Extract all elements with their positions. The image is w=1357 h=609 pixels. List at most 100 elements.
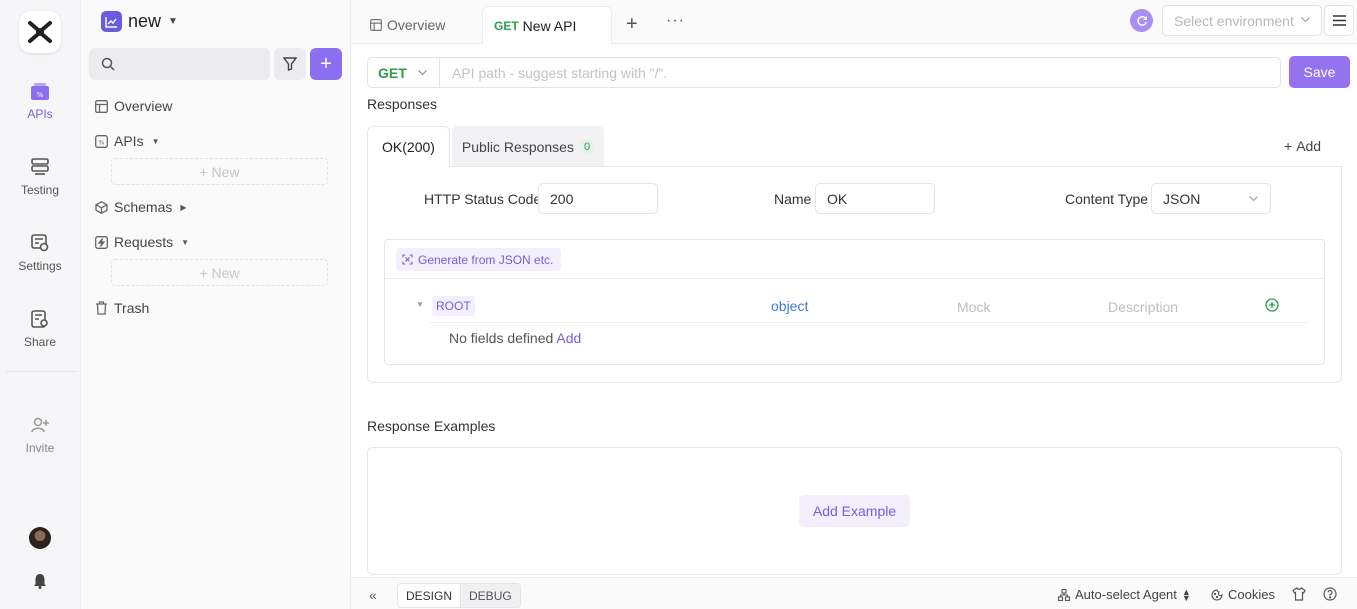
save-button[interactable]: Save <box>1289 56 1350 88</box>
cookie-icon <box>1211 588 1223 601</box>
rail-item-share[interactable]: Share <box>0 308 80 349</box>
left-rail: % APIs Testing Settings Share Invite <box>0 0 81 609</box>
add-button[interactable]: + <box>310 48 342 80</box>
schema-icon <box>94 200 108 214</box>
api-folder-icon: % <box>94 134 108 148</box>
project-selector[interactable]: new ▼ <box>101 11 178 32</box>
caret-down-icon: ▼ <box>181 237 190 247</box>
sidebar-item-schemas[interactable]: Schemas ▶ <box>94 199 187 215</box>
method-select[interactable]: GET <box>367 57 440 88</box>
environment-select[interactable]: Select environment <box>1162 5 1322 36</box>
invite-icon <box>29 414 51 436</box>
description-input[interactable]: Description <box>1108 299 1178 315</box>
filter-button[interactable] <box>274 48 306 80</box>
caret-down-icon[interactable]: ▼ <box>416 300 424 309</box>
filter-icon <box>283 57 297 71</box>
sidebar-item-apis[interactable]: % APIs ▼ <box>94 133 160 149</box>
response-examples-title: Response Examples <box>367 418 496 434</box>
rail-item-testing[interactable]: Testing <box>0 156 80 197</box>
no-fields-message: No fields defined Add <box>449 330 581 346</box>
bell-icon[interactable] <box>33 573 47 589</box>
chevron-down-icon <box>418 70 427 76</box>
rail-label: APIs <box>27 107 53 121</box>
help-icon[interactable] <box>1323 587 1337 601</box>
sidebar-item-label: Requests <box>114 234 174 250</box>
search-input[interactable] <box>89 48 270 80</box>
trash-icon <box>94 301 108 315</box>
environment-placeholder: Select environment <box>1174 12 1294 29</box>
rail-label: Share <box>23 335 57 349</box>
sidebar-item-label: APIs <box>114 133 144 149</box>
rail-label: Settings <box>18 259 62 273</box>
divider <box>385 278 1324 279</box>
name-input[interactable]: OK <box>815 183 935 214</box>
agent-selector[interactable]: Auto-select Agent ▲ ▼ <box>1058 587 1191 602</box>
name-value: OK <box>827 190 848 207</box>
caret-right-icon: ▶ <box>180 202 187 212</box>
agent-icon <box>1058 588 1070 601</box>
method-badge: GET <box>494 18 519 33</box>
generate-icon <box>402 254 413 265</box>
mock-input[interactable]: Mock <box>957 299 990 315</box>
tab-label: Public Responses <box>461 138 574 155</box>
content-type-select[interactable]: JSON <box>1151 183 1271 214</box>
generate-from-json-button[interactable]: Generate from JSON etc. <box>396 248 562 271</box>
app-logo[interactable] <box>19 11 61 53</box>
overview-icon <box>370 19 382 31</box>
rail-item-apis[interactable]: % APIs <box>0 80 80 121</box>
new-api-button[interactable]: + New <box>111 158 328 185</box>
divider <box>430 322 1310 323</box>
root-node-tag: ROOT <box>432 296 475 316</box>
tab-public-responses[interactable]: Public Responses 0 <box>452 126 604 167</box>
project-icon <box>101 11 122 32</box>
more-icon[interactable]: ··· <box>666 12 685 30</box>
root-type-select[interactable]: object <box>771 298 808 314</box>
rail-label: Testing <box>20 183 60 197</box>
content-type-value: JSON <box>1163 190 1201 207</box>
collapse-icon[interactable]: « <box>369 587 377 603</box>
agent-label: Auto-select Agent <box>1075 587 1177 602</box>
responses-title: Responses <box>367 96 438 112</box>
rail-divider <box>6 371 76 372</box>
shirt-icon[interactable] <box>1292 587 1306 601</box>
sidebar-item-trash[interactable]: Trash <box>94 300 149 316</box>
divider <box>450 166 1342 167</box>
avatar[interactable] <box>29 527 51 549</box>
rail-item-settings[interactable]: Settings <box>0 232 80 273</box>
debug-mode-button[interactable]: DEBUG <box>461 584 520 607</box>
caret-down-icon: ▼ <box>151 136 160 146</box>
method-value: GET <box>378 64 407 81</box>
sidebar-item-overview[interactable]: Overview <box>94 98 172 114</box>
tab-ok-200[interactable]: OK(200) <box>367 126 450 167</box>
design-mode-button[interactable]: DESIGN <box>398 584 462 607</box>
status-code-label: HTTP Status Code <box>424 191 542 207</box>
status-code-value: 200 <box>550 190 574 207</box>
sync-icon[interactable] <box>1130 9 1153 32</box>
sort-icon: ▲ ▼ <box>1181 586 1191 603</box>
tab-bar: Overview GET New API + ··· Select enviro… <box>351 0 1357 44</box>
status-code-input[interactable]: 200 <box>538 183 658 214</box>
tab-overview[interactable]: Overview <box>370 6 445 44</box>
add-field-link[interactable]: Add <box>556 330 581 346</box>
content-type-label: Content Type <box>1065 191 1149 207</box>
add-label: Add <box>1296 138 1322 154</box>
cookies-label: Cookies <box>1228 587 1275 602</box>
rail-item-invite[interactable]: Invite <box>0 414 80 455</box>
add-tab-icon[interactable]: + <box>626 13 638 36</box>
api-icon: % <box>29 80 51 102</box>
add-example-button[interactable]: Add Example <box>799 495 910 527</box>
add-circle-icon[interactable] <box>1265 298 1279 312</box>
chevron-down-icon <box>1249 196 1258 202</box>
api-path-input[interactable]: API path - suggest starting with "/". <box>439 57 1281 88</box>
add-response-button[interactable]: + Add <box>1284 138 1321 154</box>
project-name: new <box>128 11 162 31</box>
sidebar-item-label: Overview <box>114 98 173 114</box>
new-request-button[interactable]: + New <box>111 259 328 286</box>
menu-button[interactable] <box>1324 5 1354 36</box>
sidebar-item-requests[interactable]: Requests ▼ <box>94 234 189 250</box>
tab-new-api[interactable]: GET New API <box>482 6 612 44</box>
logo-icon <box>28 21 52 43</box>
plus-icon: + <box>320 52 332 75</box>
testing-icon <box>29 156 51 178</box>
cookies-button[interactable]: Cookies <box>1211 587 1275 602</box>
